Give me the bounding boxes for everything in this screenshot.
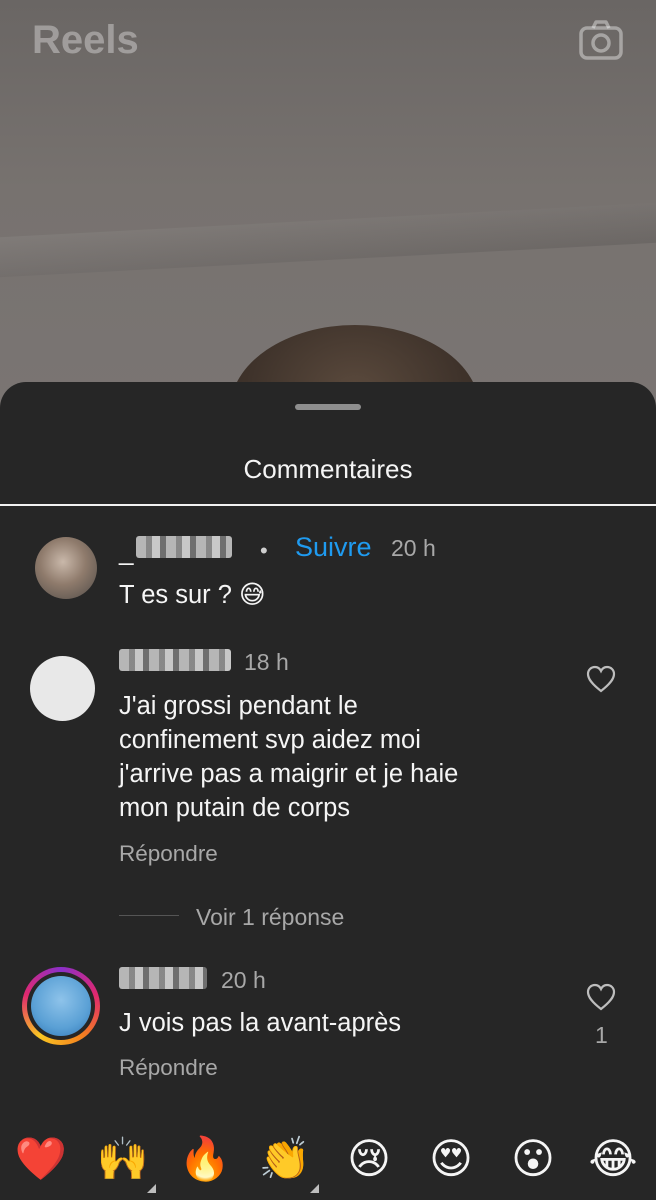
reels-title: Reels	[32, 18, 139, 62]
heart-icon[interactable]	[586, 983, 616, 1011]
emoji-raised-hands[interactable]: 🙌	[90, 1126, 156, 1192]
emoji-fire[interactable]: 🔥	[172, 1126, 238, 1192]
username-redacted[interactable]	[119, 967, 207, 989]
comment-time: 20 h	[221, 967, 266, 993]
emoji-crying-face[interactable]: 😢	[336, 1126, 402, 1192]
emoji-surprised-face[interactable]: 😮	[500, 1126, 566, 1192]
sheet-drag-handle[interactable]	[295, 404, 361, 410]
emoji-heart-eyes[interactable]: 😍	[418, 1126, 484, 1192]
emoji-reaction-bar: ❤️ 🙌 🔥 👏 😢 😍 😮 😂	[0, 1126, 656, 1196]
comment-text-line: j'arrive pas a maigrir et je haie	[119, 760, 459, 788]
reply-button[interactable]: Répondre	[119, 841, 218, 867]
reel-video-background	[0, 0, 656, 420]
avatar[interactable]	[30, 656, 95, 721]
camera-icon[interactable]	[578, 18, 624, 64]
like-count: 1	[595, 1022, 608, 1048]
emoji-clapping-hands[interactable]: 👏	[252, 1126, 318, 1192]
emoji-variant-indicator	[147, 1184, 156, 1193]
follow-button[interactable]: Suivre	[295, 532, 372, 563]
emoji-tears-of-joy[interactable]: 😂	[580, 1126, 646, 1192]
comment-username[interactable]: _	[119, 536, 133, 567]
username-redacted	[136, 536, 232, 558]
comment-item: 18 h J'ai grossi pendant le confinement …	[0, 645, 656, 885]
comment-text: T es sur ? 😅	[119, 581, 266, 609]
heart-icon[interactable]	[586, 665, 616, 693]
comment-text: J vois pas la avant-après	[119, 1009, 402, 1037]
emoji-heart[interactable]: ❤️	[8, 1126, 74, 1192]
comment-text-line: confinement svp aidez moi	[119, 726, 421, 754]
view-replies-line	[119, 915, 179, 916]
avatar-image	[31, 976, 91, 1036]
sheet-title: Commentaires	[243, 454, 413, 484]
emoji-variant-indicator	[310, 1184, 319, 1193]
comment-time: 20 h	[391, 535, 436, 561]
comment-text-line: mon putain de corps	[119, 794, 351, 822]
view-replies-button[interactable]: Voir 1 réponse	[196, 904, 344, 931]
username-redacted[interactable]	[119, 649, 231, 671]
comment-item: 20 h 1 J vois pas la avant-après Répondr…	[0, 962, 656, 1092]
comment-text-line: J'ai grossi pendant le	[119, 692, 358, 720]
video-ceiling-edge	[0, 202, 656, 278]
comment-text: J'ai grossi pendant le confinement svp a…	[119, 689, 458, 825]
comment-time: 18 h	[244, 649, 289, 675]
sheet-divider	[0, 504, 656, 506]
avatar[interactable]	[35, 537, 97, 599]
comment-item: _ • Suivre 20 h T es sur ? 😅	[0, 530, 656, 610]
reply-button[interactable]: Répondre	[119, 1055, 218, 1081]
separator-dot: •	[260, 538, 268, 563]
